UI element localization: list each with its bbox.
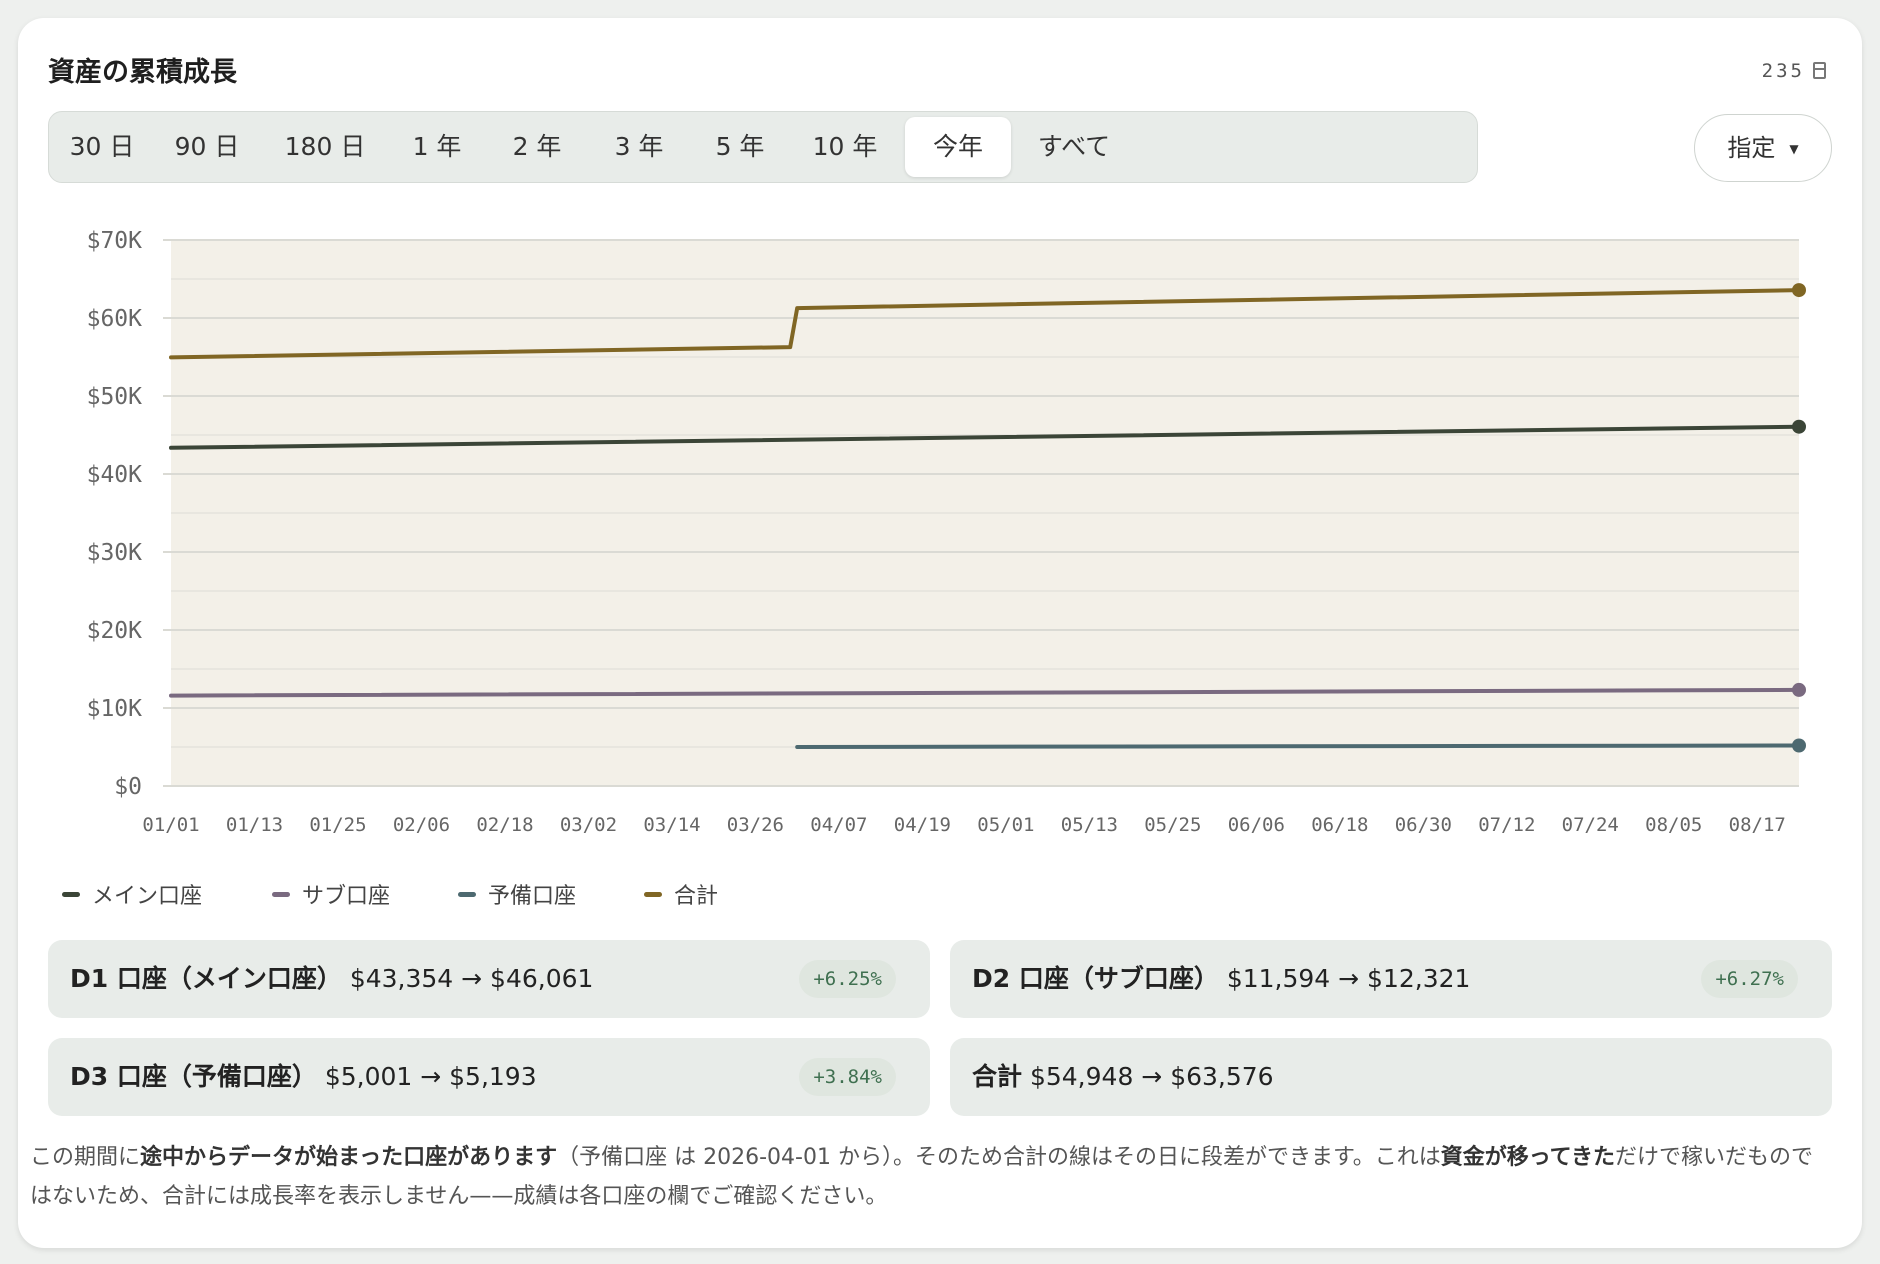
stat-sub-range: $11,594 → $12,321 — [1226, 964, 1471, 993]
range-tab-180d[interactable]: 180 日 — [267, 117, 383, 177]
x-tick-label: 05/13 — [1061, 814, 1118, 836]
stat-card-main: D1 口座（メイン口座） $43,354 → $46,061 +6.25% — [48, 940, 930, 1018]
legend-sub-swatch — [272, 892, 290, 897]
x-tick-label: 07/12 — [1478, 814, 1535, 836]
note-text-1: この期間に — [30, 1145, 141, 1170]
legend-backup-swatch — [458, 892, 476, 897]
stat-total-label: 合計 — [972, 1062, 1023, 1091]
x-tick-label: 05/01 — [977, 814, 1034, 836]
stat-card-total: 合計 $54,948 → $63,576 — [950, 1038, 1832, 1116]
y-tick-label: $10K — [87, 696, 143, 722]
legend-total-swatch — [644, 892, 662, 897]
range-tab-all[interactable]: すべて — [1019, 117, 1129, 177]
x-tick-label: 03/02 — [560, 814, 617, 836]
range-tab-2y[interactable]: 2 年 — [491, 117, 583, 177]
series-endpoint-main — [1792, 419, 1806, 434]
range-tab-30d[interactable]: 30 日 — [57, 117, 147, 177]
growth-chart: $0 $10K $20K $30K $40K $50K $60K $70K 01/01 01/13… — [87, 228, 1806, 836]
note-bold-1: 途中からデータが始まった口座があります — [140, 1145, 558, 1170]
note-text-2: （予備口座 は 2026-04-01 から）。そのため合計の線はその日に段差がで… — [557, 1145, 1441, 1170]
x-tick-label: 07/24 — [1562, 814, 1619, 836]
x-tick-label: 06/30 — [1395, 814, 1452, 836]
custom-range-label: 指定 — [1727, 134, 1776, 162]
series-line-backup — [795, 743, 1801, 749]
caret-down-icon: ▼ — [1789, 142, 1799, 156]
x-tick-label: 01/01 — [142, 814, 199, 836]
y-tick-label: $20K — [87, 618, 143, 644]
calendar-icon — [1813, 62, 1826, 79]
y-tick-label: $0 — [114, 774, 142, 800]
series-endpoint-sub — [1792, 682, 1806, 697]
legend-total[interactable]: 合計 — [644, 878, 718, 910]
legend-main-label: メイン口座 — [92, 884, 203, 909]
data-start-note: この期間に途中からデータが始まった口座があります（予備口座 は 2026-04-… — [30, 1138, 1820, 1216]
stat-backup-pct: +3.84% — [799, 1058, 896, 1096]
range-tab-1y[interactable]: 1 年 — [393, 117, 481, 177]
legend-backup[interactable]: 予備口座 — [458, 878, 576, 910]
x-tick-label: 08/17 — [1729, 814, 1786, 836]
stat-main-pct: +6.25% — [799, 960, 896, 998]
y-tick-label: $70K — [87, 228, 143, 254]
x-tick-label: 02/06 — [393, 814, 450, 836]
stat-main-range: $43,354 → $46,061 — [349, 964, 594, 993]
stat-sub-pct: +6.27% — [1701, 960, 1798, 998]
card-title: 資産の累積成長 — [48, 57, 237, 88]
day-count: 235 — [1762, 60, 1826, 82]
x-tick-label: 03/14 — [643, 814, 700, 836]
day-count-value: 235 — [1761, 60, 1805, 82]
legend-main[interactable]: メイン口座 — [62, 878, 202, 910]
legend-total-label: 合計 — [674, 884, 719, 909]
x-tick-label: 06/06 — [1228, 814, 1285, 836]
legend-sub[interactable]: サブ口座 — [272, 878, 390, 910]
x-tick-label: 01/13 — [226, 814, 283, 836]
x-tick-label: 04/07 — [810, 814, 867, 836]
y-tick-label: $60K — [87, 306, 143, 332]
series-endpoint-backup — [1792, 738, 1806, 753]
series-endpoint-total — [1792, 283, 1806, 298]
x-tick-label: 01/25 — [309, 814, 366, 836]
range-tab-90d[interactable]: 90 日 — [157, 117, 257, 177]
y-tick-label: $50K — [87, 384, 143, 410]
stat-backup-range: $5,001 → $5,193 — [324, 1062, 537, 1091]
stat-backup-label: D3 口座（予備口座） — [70, 1062, 317, 1091]
y-tick-label: $40K — [87, 462, 143, 488]
custom-range-button[interactable]: 指定 ▼ — [1694, 114, 1832, 182]
x-tick-label: 03/26 — [727, 814, 784, 836]
stat-sub-label: D2 口座（サブ口座） — [972, 964, 1219, 993]
range-tab-10y[interactable]: 10 年 — [795, 117, 895, 177]
x-tick-label: 02/18 — [476, 814, 533, 836]
x-tick-label: 06/18 — [1311, 814, 1368, 836]
x-tick-label: 04/19 — [894, 814, 951, 836]
legend-sub-label: サブ口座 — [302, 884, 391, 909]
range-tab-5y[interactable]: 5 年 — [695, 117, 785, 177]
stat-total-range: $54,948 → $63,576 — [1029, 1062, 1274, 1091]
stat-card-backup: D3 口座（予備口座） $5,001 → $5,193 +3.84% — [48, 1038, 930, 1116]
stat-main-label: D1 口座（メイン口座） — [70, 964, 342, 993]
range-tab-this-year[interactable]: 今年 — [905, 117, 1011, 177]
x-tick-label: 05/25 — [1144, 814, 1201, 836]
stat-card-sub: D2 口座（サブ口座） $11,594 → $12,321 +6.27% — [950, 940, 1832, 1018]
legend-main-swatch — [62, 892, 80, 897]
legend-backup-label: 予備口座 — [488, 884, 577, 909]
note-bold-2: 資金が移ってきた — [1440, 1145, 1616, 1170]
range-selector: 30 日 90 日 180 日 1 年 2 年 3 年 5 年 10 年 今年 … — [48, 111, 1478, 183]
y-tick-label: $30K — [87, 540, 143, 566]
x-tick-label: 08/05 — [1645, 814, 1702, 836]
range-tab-3y[interactable]: 3 年 — [593, 117, 685, 177]
